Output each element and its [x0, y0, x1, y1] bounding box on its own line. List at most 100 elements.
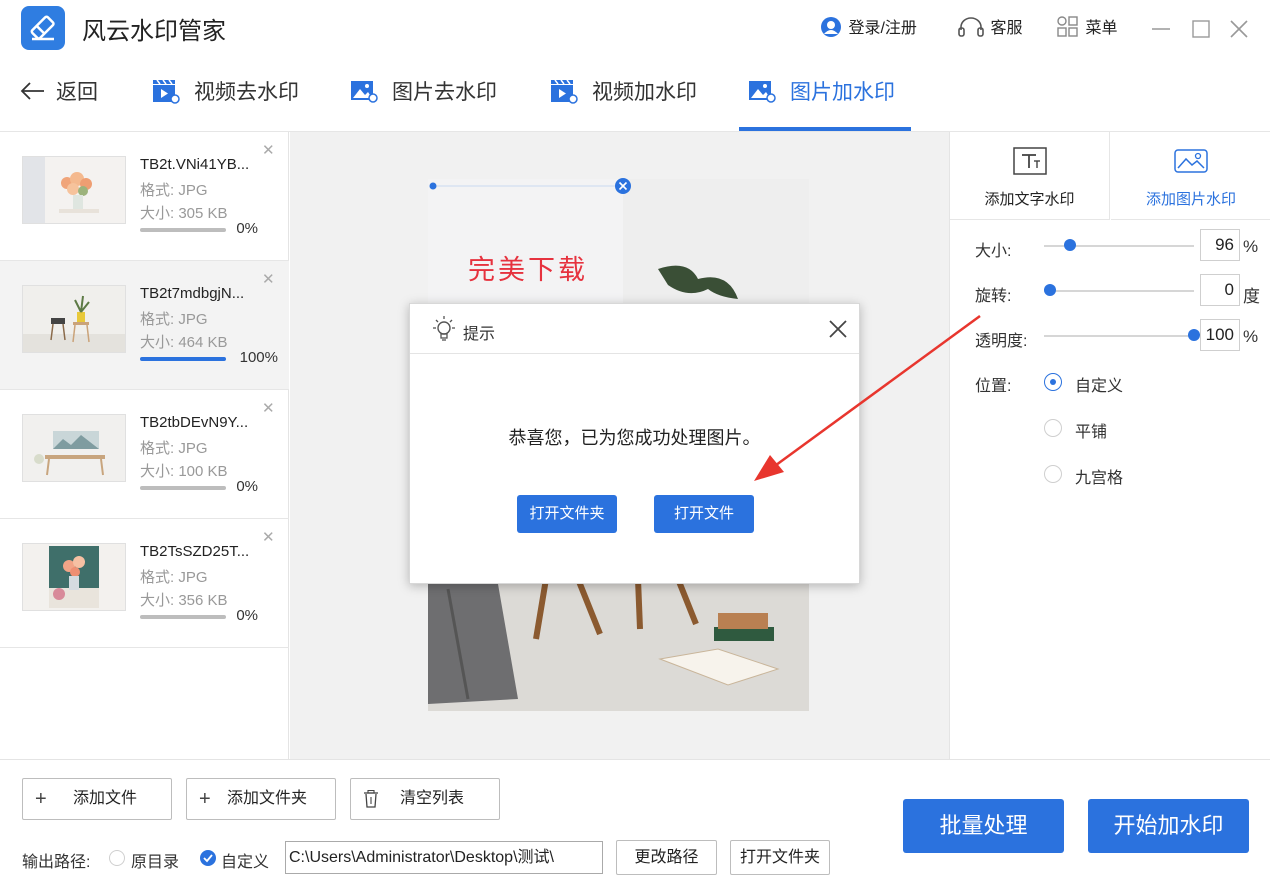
title-bar: 风云水印管家 登录/注册 客服 菜单 — [0, 0, 1270, 58]
tab-label: 视频去水印 — [194, 81, 299, 104]
output-path-input[interactable]: C:\Users\Administrator\Desktop\测试\ — [285, 841, 603, 874]
watermark-selection-frame[interactable] — [428, 180, 628, 192]
output-custom-checkbox[interactable] — [199, 849, 217, 867]
text-frame-icon — [1012, 147, 1047, 175]
list-item[interactable]: TB2t7mdbgjN... 格式: JPG 大小: 464 KB 100% ✕ — [0, 261, 289, 390]
change-path-button[interactable]: 更改路径 — [616, 840, 717, 875]
eraser-icon — [30, 15, 55, 41]
file-format: 格式: JPG — [140, 440, 208, 457]
add-folder-label: 添加文件夹 — [227, 790, 308, 807]
active-tab-indicator — [739, 127, 911, 131]
output-custom-label: 自定义 — [221, 854, 270, 871]
settings-panel: 添加文字水印 添加图片水印 — [949, 132, 1270, 759]
tab-label: 视频加水印 — [592, 81, 697, 104]
file-progress-text: 100% — [239, 349, 278, 366]
file-format: 格式: JPG — [140, 311, 208, 328]
dialog-open-file-button[interactable]: 打开文件 — [654, 495, 754, 533]
tab-add-text-watermark[interactable]: 添加文字水印 — [950, 132, 1110, 220]
remove-file-icon[interactable]: ✕ — [262, 141, 275, 159]
close-icon[interactable] — [1226, 16, 1252, 42]
tab-label: 图片去水印 — [392, 81, 497, 104]
position-tile-radio[interactable] — [1044, 419, 1062, 437]
position-custom-radio[interactable] — [1044, 373, 1062, 391]
file-progress-bar — [140, 357, 226, 361]
size-input[interactable]: 96 — [1200, 229, 1240, 261]
opacity-slider-knob[interactable] — [1188, 329, 1200, 341]
tab-image-add[interactable]: 图片加水印 — [748, 58, 895, 130]
trash-icon — [364, 790, 378, 808]
remove-file-icon[interactable]: ✕ — [262, 270, 275, 288]
video-icon — [153, 80, 180, 105]
app-title: 风云水印管家 — [82, 18, 226, 45]
video-icon — [551, 80, 578, 105]
file-list: TB2t.VNi41YB... 格式: JPG 大小: 305 KB 0% ✕ … — [0, 132, 289, 759]
add-file-button[interactable]: + 添加文件 — [22, 778, 172, 820]
opacity-unit: % — [1243, 327, 1259, 346]
login-label: 登录/注册 — [848, 20, 917, 37]
file-size: 大小: 464 KB — [140, 334, 228, 351]
image-icon — [749, 81, 776, 104]
batch-process-button[interactable]: 批量处理 — [903, 799, 1064, 853]
size-label: 大小: — [975, 243, 1012, 260]
file-progress-text: 0% — [236, 607, 258, 624]
size-unit: % — [1243, 237, 1259, 256]
tab-image-remove[interactable]: 图片去水印 — [350, 58, 497, 130]
nav-bar: 返回 视频去水印 图片去水印 视频加水印 图片加水印 — [0, 58, 1270, 132]
remove-file-icon[interactable]: ✕ — [262, 528, 275, 546]
add-file-label: 添加文件 — [73, 790, 138, 807]
add-folder-button[interactable]: + 添加文件夹 — [186, 778, 336, 820]
position-grid-radio[interactable] — [1044, 465, 1062, 483]
image-frame-icon — [1174, 149, 1208, 173]
rotate-label: 旋转: — [975, 288, 1012, 305]
tab-add-image-watermark[interactable]: 添加图片水印 — [1111, 132, 1270, 220]
output-original-radio[interactable] — [109, 850, 125, 866]
maximize-icon[interactable] — [1188, 16, 1214, 42]
list-item[interactable]: TB2t.VNi41YB... 格式: JPG 大小: 305 KB 0% ✕ — [0, 132, 289, 261]
file-thumbnail — [22, 543, 126, 611]
file-thumbnail — [22, 414, 126, 482]
file-format: 格式: JPG — [140, 569, 208, 586]
list-item[interactable]: TB2tbDEvN9Y... 格式: JPG 大小: 100 KB 0% ✕ — [0, 390, 289, 519]
headset-icon — [958, 17, 984, 38]
tab-video-remove[interactable]: 视频去水印 — [152, 58, 299, 130]
user-icon — [821, 17, 841, 38]
service-label: 客服 — [990, 20, 1023, 37]
clear-list-button[interactable]: 清空列表 — [350, 778, 500, 820]
watermark-delete-icon[interactable] — [614, 177, 632, 195]
file-thumbnail — [22, 285, 126, 353]
file-thumbnail — [22, 156, 126, 224]
file-name: TB2t.VNi41YB... — [140, 156, 250, 173]
file-progress-text: 0% — [236, 478, 258, 495]
tab-video-add[interactable]: 视频加水印 — [550, 58, 697, 130]
position-tile-label: 平铺 — [1075, 424, 1108, 441]
plus-icon: + — [35, 788, 47, 810]
back-button[interactable]: 返回 — [20, 58, 98, 130]
dialog-open-folder-button[interactable]: 打开文件夹 — [517, 495, 617, 533]
lightbulb-icon — [433, 316, 455, 341]
menu-button[interactable]: 菜单 — [1055, 16, 1117, 41]
rotate-input[interactable]: 0 — [1200, 274, 1240, 306]
rotate-slider-knob[interactable] — [1044, 284, 1056, 296]
list-item[interactable]: TB2TsSZD25T... 格式: JPG 大小: 356 KB 0% ✕ — [0, 519, 289, 648]
grid-icon — [1057, 16, 1078, 37]
file-name: TB2tbDEvN9Y... — [140, 414, 249, 431]
tab-label: 图片加水印 — [790, 81, 895, 104]
opacity-input[interactable]: 100 — [1200, 319, 1240, 351]
minimize-icon[interactable] — [1148, 16, 1174, 42]
back-label: 返回 — [56, 81, 98, 104]
dialog-title: 提示 — [463, 326, 496, 343]
file-format: 格式: JPG — [140, 182, 208, 199]
tab-add-image-label: 添加图片水印 — [1145, 191, 1236, 208]
rotate-slider-track[interactable] — [1044, 290, 1194, 292]
opacity-slider-track[interactable] — [1044, 335, 1194, 337]
position-grid-label: 九宫格 — [1075, 470, 1124, 487]
annotation-arrow-icon — [754, 314, 981, 481]
open-folder-button[interactable]: 打开文件夹 — [730, 840, 830, 875]
file-progress-text: 0% — [236, 220, 258, 237]
start-watermark-button[interactable]: 开始加水印 — [1088, 799, 1249, 853]
remove-file-icon[interactable]: ✕ — [262, 399, 275, 417]
watermark-text[interactable]: 完美下载 — [468, 248, 588, 287]
plus-icon: + — [199, 788, 211, 810]
login-button[interactable]: 登录/注册 — [818, 17, 917, 41]
service-button[interactable]: 客服 — [956, 17, 1022, 41]
